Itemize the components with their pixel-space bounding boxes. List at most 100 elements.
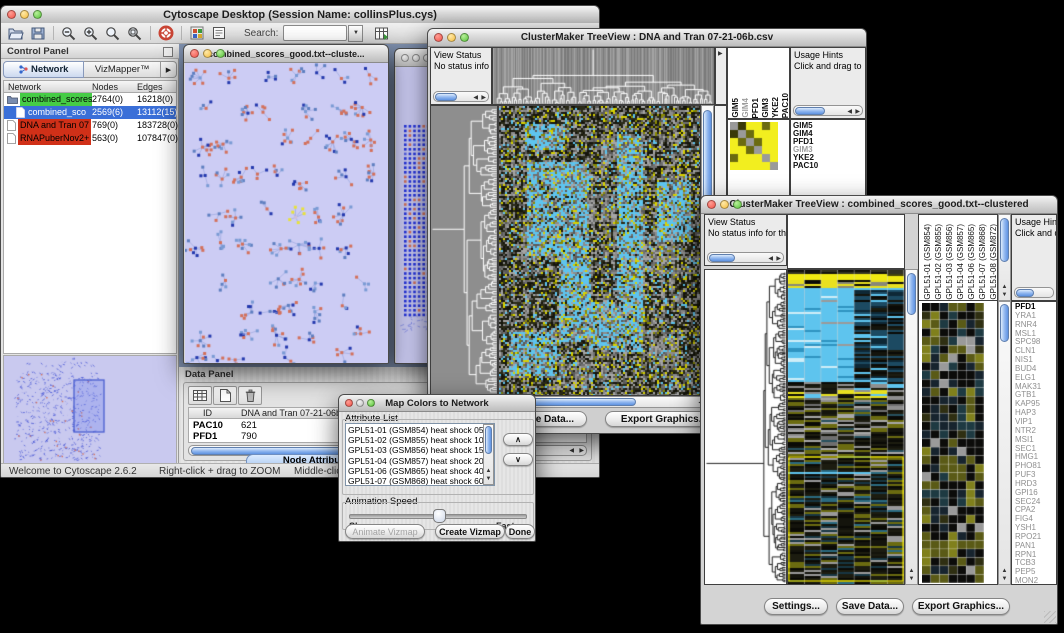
- heatmap-vscrollbar[interactable]: [905, 269, 918, 585]
- zoom-fit-icon[interactable]: [124, 25, 146, 42]
- column-label[interactable]: GIM3: [761, 98, 770, 118]
- column-labels-panel[interactable]: GPL51-01 (GSM854)GPL51-02 (GSM855)GPL51-…: [918, 214, 998, 301]
- column-label[interactable]: GPL51-01 (GSM854): [923, 224, 932, 300]
- vizmapper-icon[interactable]: [186, 25, 208, 42]
- global-heatmap-canvas[interactable]: [498, 105, 701, 396]
- network-row-combined-scores[interactable]: combined_scores 2764(0) 16218(0): [4, 93, 176, 106]
- network-row-dna-tran[interactable]: DNA and Tran 07 769(0) 183728(0): [4, 119, 176, 132]
- search-input[interactable]: [283, 25, 347, 41]
- column-label[interactable]: GIM4: [741, 98, 750, 118]
- zoom-out-icon[interactable]: [58, 25, 80, 42]
- tree-splitter-strip[interactable]: [715, 47, 727, 105]
- column-label[interactable]: PAC10: [781, 93, 790, 118]
- main-heatmap-canvas[interactable]: [787, 269, 905, 585]
- listbox-scrollbar[interactable]: [483, 424, 494, 485]
- float-panel-icon[interactable]: [163, 47, 173, 57]
- animation-speed-slider[interactable]: [349, 509, 525, 521]
- attribute-select-icon[interactable]: [188, 386, 212, 405]
- save-data-button[interactable]: Save Data...: [836, 598, 904, 615]
- dialog-titlebar[interactable]: Map Colors to Network: [339, 395, 535, 412]
- column-dendrogram-canvas[interactable]: [492, 47, 715, 105]
- delete-attribute-icon[interactable]: [238, 386, 262, 405]
- open-session-button[interactable]: [5, 25, 27, 42]
- table-cell-id[interactable]: PAC10: [193, 420, 223, 431]
- column-header-id[interactable]: ID: [203, 408, 212, 418]
- attribute-list-item[interactable]: GPL51-03 (GSM856) heat shock 15 min: [348, 445, 492, 455]
- row-dendrogram-canvas[interactable]: [430, 105, 498, 396]
- zoom-window-button[interactable]: [33, 10, 42, 19]
- move-up-button[interactable]: ∧: [503, 433, 533, 446]
- close-button[interactable]: [401, 54, 409, 62]
- column-header-network[interactable]: Network: [8, 82, 41, 92]
- genes-vscrollbar[interactable]: [998, 301, 1011, 585]
- table-cell-value[interactable]: 621: [241, 420, 257, 431]
- create-vizmap-button[interactable]: Create Vizmap: [435, 524, 505, 539]
- usage-hints-scrollbar[interactable]: [1014, 287, 1054, 298]
- tab-vizmapper[interactable]: VizMapper™: [84, 61, 161, 78]
- zoom-window-button[interactable]: [733, 200, 742, 209]
- zoom-window-button[interactable]: [367, 399, 375, 407]
- main-titlebar[interactable]: Cytoscape Desktop (Session Name: collins…: [1, 6, 599, 24]
- close-button[interactable]: [434, 33, 443, 42]
- gene-labels-panel[interactable]: PFD1YRA1RNR4MSL1SPC98CLN1NIS1BUD4ELG1MAK…: [1011, 301, 1057, 585]
- close-button[interactable]: [7, 10, 16, 19]
- column-tree-area[interactable]: [787, 214, 905, 269]
- close-button[interactable]: [190, 49, 199, 58]
- attribute-list-item[interactable]: GPL51-07 (GSM868) heat shock 60 min: [348, 476, 492, 486]
- column-header-nodes[interactable]: Nodes: [92, 82, 118, 92]
- usage-hints-scrollbar[interactable]: [793, 105, 863, 116]
- column-label[interactable]: GPL51-07 (GSM868): [978, 224, 987, 300]
- view-status-scrollbar[interactable]: [433, 91, 489, 102]
- slider-thumb[interactable]: [433, 509, 446, 523]
- zoom-window-button[interactable]: [216, 49, 225, 58]
- table-cell-value[interactable]: 790: [241, 431, 257, 442]
- gene-label[interactable]: MON2: [1015, 577, 1056, 585]
- help-lifering-icon[interactable]: [155, 25, 177, 42]
- zoom-selected-icon[interactable]: [102, 25, 124, 42]
- column-label[interactable]: YKE2: [771, 97, 780, 118]
- zoom-heatmap-canvas[interactable]: [922, 303, 984, 583]
- column-header-attribute[interactable]: DNA and Tran 07-21-06b: [241, 408, 341, 418]
- move-down-button[interactable]: ∨: [503, 453, 533, 466]
- table-cell-id[interactable]: PFD1: [193, 431, 217, 442]
- column-label[interactable]: GPL51-06 (GSM865): [967, 224, 976, 300]
- annotation-icon[interactable]: [208, 25, 230, 42]
- attribute-listbox[interactable]: GPL51-01 (GSM854) heat shock 05 minGPL51…: [345, 423, 495, 486]
- zoom-in-icon[interactable]: [80, 25, 102, 42]
- zoom-window-button[interactable]: [460, 33, 469, 42]
- treeview2-titlebar[interactable]: ClusterMaker TreeView : combined_scores_…: [701, 196, 1057, 214]
- row-label[interactable]: PAC10: [793, 162, 865, 170]
- row-dendrogram-canvas[interactable]: [704, 269, 787, 585]
- tab-overflow-button[interactable]: ▶: [161, 61, 177, 78]
- column-header-edges[interactable]: Edges: [137, 82, 163, 92]
- treeview1-titlebar[interactable]: ClusterMaker TreeView : DNA and Tran 07-…: [428, 29, 866, 47]
- column-label[interactable]: GPL51-02 (GSM855): [934, 224, 943, 300]
- minimize-button[interactable]: [447, 33, 456, 42]
- import-table-icon[interactable]: [371, 25, 393, 42]
- minimize-button[interactable]: [20, 10, 29, 19]
- attribute-list-item[interactable]: GPL51-04 (GSM857) heat shock 20 min: [348, 456, 492, 466]
- animate-vizmap-button[interactable]: Animate Vizmap: [345, 524, 425, 539]
- network-row-rnapuber[interactable]: RNAPuberNov2+ 563(0) 107847(0): [4, 132, 176, 145]
- birdseye-overview-canvas[interactable]: [3, 355, 177, 465]
- network1-titlebar[interactable]: combined_scores_good.txt--cluste...: [184, 45, 388, 63]
- column-labels-panel[interactable]: GIM5GIM4PFD1GIM3YKE2PAC10: [727, 47, 790, 119]
- minimize-button[interactable]: [356, 399, 364, 407]
- settings-button[interactable]: Settings...: [764, 598, 828, 615]
- view-status-scrollbar[interactable]: [707, 252, 784, 263]
- column-label[interactable]: GPL51-03 (GSM856): [945, 224, 954, 300]
- done-button[interactable]: Done: [505, 524, 535, 539]
- close-button[interactable]: [345, 399, 353, 407]
- attribute-list-item[interactable]: GPL51-06 (GSM865) heat shock 40 min: [348, 466, 492, 476]
- resize-grip[interactable]: [1044, 611, 1056, 623]
- attribute-list-item[interactable]: GPL51-01 (GSM854) heat shock 05 min: [348, 425, 492, 435]
- network-row-selected[interactable]: combined_sco 2569(6) 13112(15): [4, 106, 176, 119]
- minimize-button[interactable]: [720, 200, 729, 209]
- new-attribute-icon[interactable]: [213, 386, 237, 405]
- column-label[interactable]: GPL51-04 (GSM857): [956, 224, 965, 300]
- zoom-heatmap-canvas[interactable]: [730, 122, 778, 170]
- tab-network[interactable]: Network: [3, 61, 84, 78]
- attribute-list-item[interactable]: GPL51-02 (GSM855) heat shock 10 min: [348, 435, 492, 445]
- save-session-button[interactable]: [27, 25, 49, 42]
- minimize-button[interactable]: [203, 49, 212, 58]
